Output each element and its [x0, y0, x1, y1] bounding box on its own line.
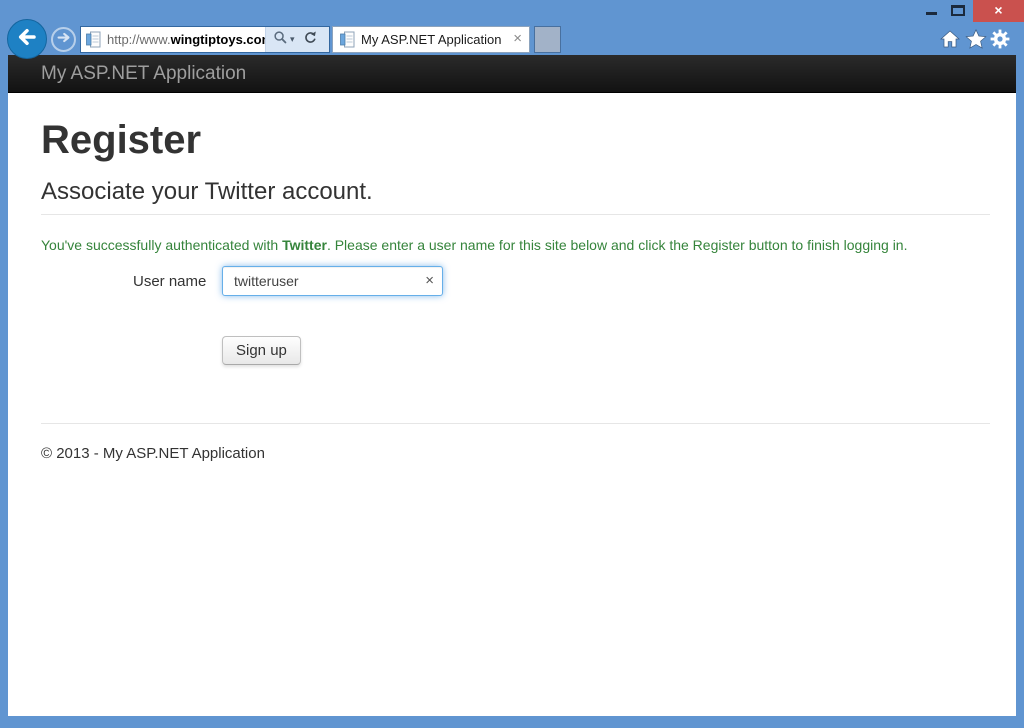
forward-button[interactable] [51, 27, 76, 52]
username-field-wrap: × [222, 266, 443, 296]
back-arrow-icon [13, 23, 41, 56]
minimize-button[interactable] [926, 12, 937, 15]
search-dropdown-caret-icon[interactable]: ▾ [290, 34, 295, 45]
back-button[interactable] [7, 19, 47, 59]
auth-message-suffix: . Please enter a user name for this site… [327, 237, 908, 253]
address-bar-tools: ▾ [265, 27, 329, 52]
sign-up-button[interactable]: Sign up [222, 336, 301, 365]
address-bar[interactable]: http://www.wingtiptoys.com/ ▾ [80, 26, 330, 53]
settings-gear-icon[interactable] [990, 29, 1010, 54]
maximize-button[interactable] [951, 5, 965, 16]
url-scheme: http://www. [107, 32, 171, 47]
page-content: Register Associate your Twitter account.… [8, 93, 1016, 716]
tab-close-icon[interactable]: × [513, 27, 522, 52]
auth-message-prefix: You've successfully authenticated with [41, 237, 282, 253]
page-subtitle: Associate your Twitter account. [41, 178, 373, 206]
favorites-star-icon[interactable] [965, 29, 987, 54]
auth-provider-name: Twitter [282, 237, 327, 253]
browser-tab[interactable]: My ASP.NET Application × [332, 26, 530, 53]
site-title[interactable]: My ASP.NET Application [41, 55, 246, 93]
site-navbar: My ASP.NET Application [8, 55, 1016, 93]
auth-success-message: You've successfully authenticated with T… [41, 237, 907, 253]
tab-favicon-icon [340, 31, 355, 53]
tab-title: My ASP.NET Application [361, 27, 501, 52]
browser-window: × http://www.wingtiptoys.com/ ▾ [0, 0, 1024, 728]
divider [41, 423, 990, 424]
username-input[interactable] [222, 266, 443, 296]
url-domain: wingtiptoys.com [171, 32, 274, 47]
url-text: http://www.wingtiptoys.com/ [107, 27, 277, 52]
forward-arrow-icon [55, 29, 72, 51]
page-doc-icon [86, 31, 101, 53]
page-title: Register [41, 118, 201, 163]
footer-copyright: © 2013 - My ASP.NET Application [41, 445, 265, 462]
username-label: User name [133, 273, 206, 290]
clear-input-icon[interactable]: × [425, 266, 434, 296]
divider [41, 214, 990, 215]
close-window-button[interactable]: × [973, 0, 1024, 22]
refresh-icon[interactable] [303, 30, 317, 50]
new-tab-button[interactable] [534, 26, 561, 53]
search-icon[interactable] [273, 30, 288, 50]
home-icon[interactable] [940, 30, 960, 53]
